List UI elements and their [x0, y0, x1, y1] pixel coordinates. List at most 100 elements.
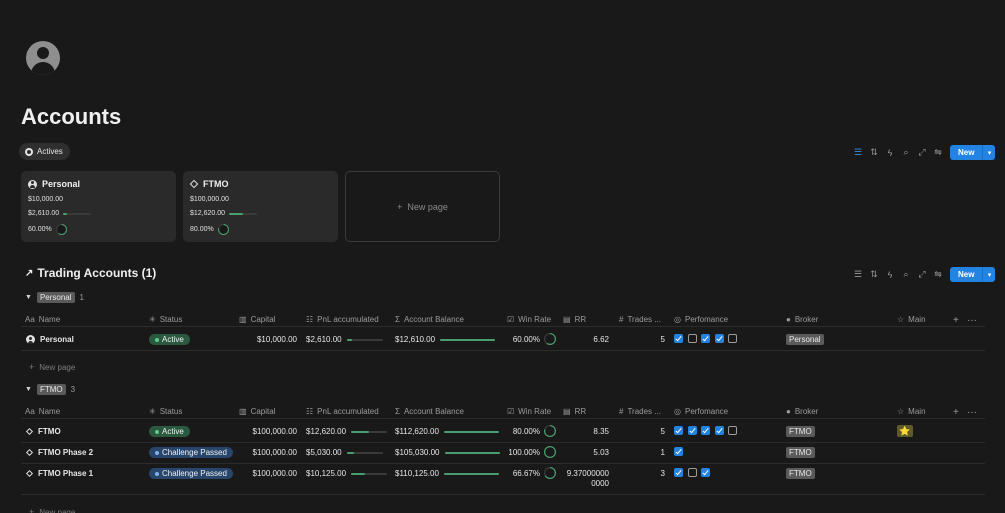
- header-divider: [21, 326, 985, 327]
- view-tab-actives[interactable]: Actives: [19, 143, 70, 160]
- card-pnl: $2,610.00: [28, 210, 60, 217]
- row-name[interactable]: FTMO Phase 2: [25, 448, 93, 457]
- row-name[interactable]: FTMO Phase 1: [25, 469, 93, 478]
- status-icon: ✳: [149, 407, 156, 416]
- main-star-icon[interactable]: ⭐: [897, 425, 913, 437]
- pnl-value: $10,125.00: [306, 469, 347, 478]
- column-header[interactable]: ▥ Capital: [239, 315, 275, 324]
- balance-cell: $105,030.00: [395, 448, 500, 457]
- status-badge[interactable]: Challenge Passed: [149, 447, 233, 458]
- gallery-card-personal[interactable]: Personal $10,000.00 $2,610.00 60.00%: [21, 171, 176, 242]
- performance-checkbox[interactable]: [701, 426, 710, 435]
- column-header-label: Main: [908, 315, 926, 324]
- column-header[interactable]: ▤ RR: [563, 315, 586, 324]
- gallery-card-ftmo[interactable]: FTMO $100,000.00 $12,620.00 80.00%: [183, 171, 338, 242]
- automation-icon[interactable]: ϟ: [882, 146, 898, 160]
- new-button[interactable]: New ▾: [950, 145, 996, 160]
- new-page-label: New page: [39, 362, 76, 372]
- column-header[interactable]: ◎ Perfomance: [674, 407, 728, 416]
- expand-icon[interactable]: ⤢: [914, 268, 930, 282]
- new-page-card[interactable]: + New page: [345, 171, 500, 242]
- column-header[interactable]: ✳ Status: [149, 407, 182, 416]
- performance-checkbox[interactable]: [674, 334, 683, 343]
- performance-checkbox[interactable]: [674, 468, 683, 477]
- performance-checkbox[interactable]: [687, 468, 697, 477]
- pnl-value: $12,620.00: [306, 427, 347, 436]
- performance-checkbox[interactable]: [714, 334, 724, 343]
- person-icon: [26, 335, 35, 344]
- collapse-triangle-icon[interactable]: ▼: [25, 386, 32, 393]
- row-name[interactable]: Personal: [26, 335, 74, 344]
- column-header[interactable]: ◎ Perfomance: [674, 315, 728, 324]
- sigma-icon: Σ: [395, 407, 400, 416]
- performance-checkbox[interactable]: [714, 426, 724, 435]
- status-badge[interactable]: Active: [149, 334, 190, 345]
- column-header[interactable]: ● Broker: [786, 315, 818, 324]
- column-header[interactable]: ☆ Main: [897, 315, 926, 324]
- filter-icon[interactable]: ☰: [850, 146, 866, 160]
- performance-checkbox[interactable]: [701, 468, 710, 477]
- more-options-icon[interactable]: ···: [967, 315, 977, 326]
- column-header[interactable]: # Trades ...: [619, 407, 661, 416]
- column-header[interactable]: ● Broker: [786, 407, 818, 416]
- performance-checkbox[interactable]: [674, 426, 683, 435]
- settings-icon[interactable]: ⇋: [930, 268, 946, 282]
- column-header-label: Account Balance: [403, 407, 464, 416]
- new-button-label[interactable]: New: [950, 145, 983, 160]
- row-divider: [21, 494, 985, 495]
- row-name[interactable]: FTMO: [25, 427, 61, 436]
- broker-tag[interactable]: FTMO: [786, 426, 815, 437]
- person-icon: ●: [786, 407, 791, 416]
- chevron-down-icon[interactable]: ▾: [982, 267, 996, 282]
- search-icon[interactable]: ⌕: [898, 146, 914, 160]
- linked-database-title[interactable]: ↗ Trading Accounts (1): [25, 266, 156, 280]
- column-header[interactable]: ▥ Capital: [239, 407, 275, 416]
- performance-checkbox[interactable]: [687, 334, 697, 343]
- filter-icon[interactable]: ☰: [850, 268, 866, 282]
- add-column-icon[interactable]: +: [953, 315, 959, 326]
- column-header[interactable]: ☷ PnL accumulated: [306, 407, 379, 416]
- column-header[interactable]: Aa Name: [25, 315, 60, 324]
- broker-tag[interactable]: FTMO: [786, 447, 815, 458]
- pnl-cell: $12,620.00: [306, 427, 388, 436]
- new-page-row[interactable]: + New page: [29, 507, 75, 513]
- status-badge[interactable]: Active: [149, 426, 190, 437]
- column-header[interactable]: Σ Account Balance: [395, 315, 464, 324]
- broker-tag[interactable]: Personal: [786, 334, 824, 345]
- diamond-icon: [25, 469, 34, 478]
- automation-icon[interactable]: ϟ: [882, 268, 898, 282]
- add-column-icon[interactable]: +: [953, 407, 959, 418]
- column-header[interactable]: ☑ Win Rate: [507, 315, 551, 324]
- more-options-icon[interactable]: ···: [967, 407, 977, 418]
- page-icon-avatar[interactable]: [26, 41, 60, 75]
- sort-icon[interactable]: ⇅: [866, 268, 882, 282]
- column-header[interactable]: # Trades ...: [619, 315, 661, 324]
- column-header[interactable]: ☷ PnL accumulated: [306, 315, 379, 324]
- sigma-icon: Σ: [395, 315, 400, 324]
- collapse-triangle-icon[interactable]: ▼: [25, 294, 32, 301]
- performance-checkbox[interactable]: [687, 426, 697, 435]
- sort-icon[interactable]: ⇅: [866, 146, 882, 160]
- new-button[interactable]: New ▾: [950, 267, 996, 282]
- performance-checkbox[interactable]: [728, 334, 737, 343]
- group-header[interactable]: ▼ FTMO 3: [25, 384, 75, 395]
- column-header[interactable]: Σ Account Balance: [395, 407, 464, 416]
- search-icon[interactable]: ⌕: [898, 268, 914, 282]
- column-header[interactable]: Aa Name: [25, 407, 60, 416]
- column-header[interactable]: ✳ Status: [149, 315, 182, 324]
- new-page-row[interactable]: + New page: [29, 362, 75, 372]
- trades-value: 5: [660, 335, 665, 344]
- status-badge[interactable]: Challenge Passed: [149, 468, 233, 479]
- expand-icon[interactable]: ⤢: [914, 146, 930, 160]
- column-header[interactable]: ▤ RR: [563, 407, 586, 416]
- chevron-down-icon[interactable]: ▾: [982, 145, 996, 160]
- performance-checkbox[interactable]: [674, 447, 683, 456]
- performance-checkbox[interactable]: [728, 426, 737, 435]
- new-button-label[interactable]: New: [950, 267, 983, 282]
- column-header[interactable]: ☑ Win Rate: [507, 407, 551, 416]
- settings-icon[interactable]: ⇋: [930, 146, 946, 160]
- performance-checkbox[interactable]: [701, 334, 710, 343]
- column-header[interactable]: ☆ Main: [897, 407, 926, 416]
- group-header[interactable]: ▼ Personal 1: [25, 292, 84, 303]
- broker-tag[interactable]: FTMO: [786, 468, 815, 479]
